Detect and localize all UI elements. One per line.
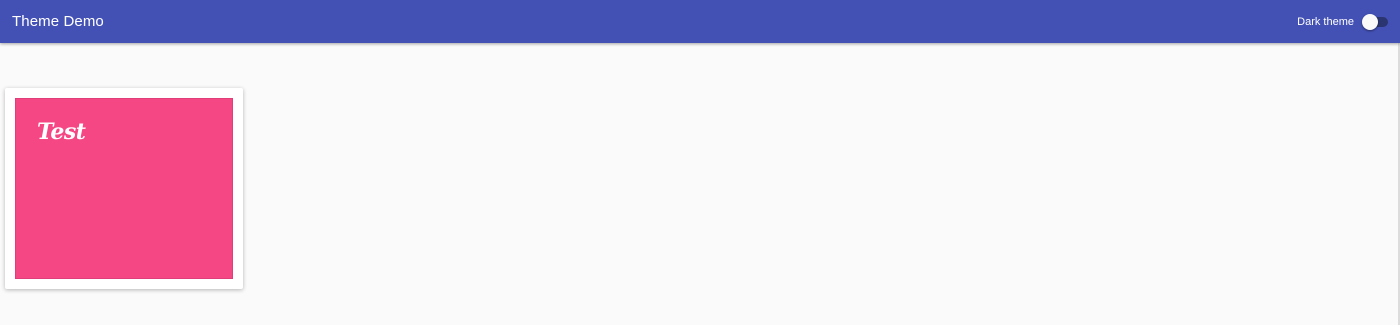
app-toolbar: Theme Demo Dark theme bbox=[0, 0, 1400, 43]
dark-theme-toggle[interactable]: Dark theme bbox=[1297, 13, 1388, 30]
card-color-panel: Test bbox=[15, 98, 233, 279]
dark-theme-label: Dark theme bbox=[1297, 15, 1354, 28]
test-card: Test bbox=[5, 88, 243, 289]
card-heading: Test bbox=[37, 119, 86, 145]
toggle-thumb[interactable] bbox=[1362, 13, 1378, 30]
main-content: Test bbox=[0, 43, 1400, 325]
app-title: Theme Demo bbox=[12, 13, 104, 30]
toggle-switch[interactable] bbox=[1362, 13, 1388, 30]
